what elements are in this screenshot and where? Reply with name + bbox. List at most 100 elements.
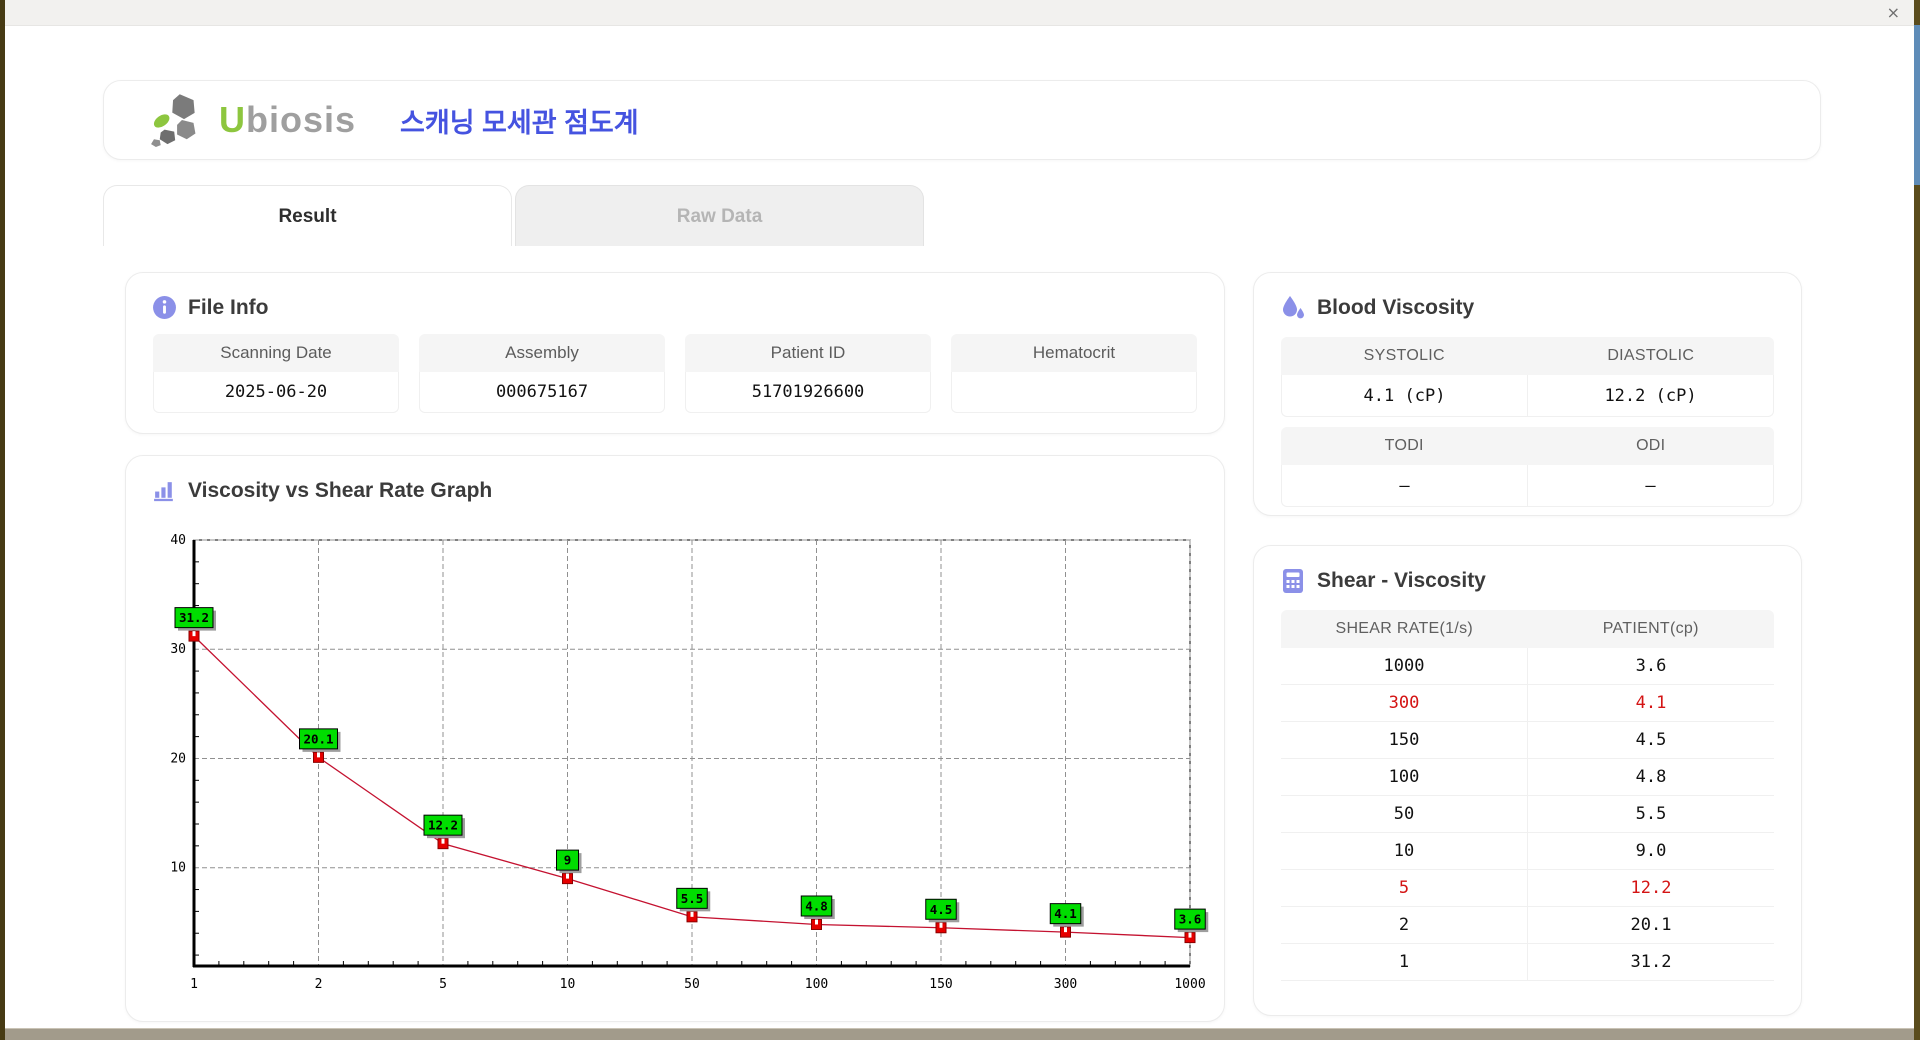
patient-cell: 31.2	[1527, 944, 1774, 980]
field-label: Patient ID	[685, 334, 931, 372]
shear-cell: 10	[1393, 841, 1415, 861]
sv-header-row: SHEAR RATE(1/s) PATIENT(cp)	[1281, 610, 1774, 648]
svg-text:30: 30	[170, 642, 186, 657]
todi-value: –	[1281, 465, 1527, 507]
svg-text:4.8: 4.8	[805, 898, 828, 913]
shear-cell: 150	[1388, 730, 1420, 750]
svg-text:150: 150	[929, 977, 952, 992]
svg-text:4.1: 4.1	[1054, 906, 1077, 921]
app-window: × Ubiosis 스캐닝 모세관 점도계 Result Raw Data Fi…	[0, 0, 1920, 1040]
shear-cell: 1	[1398, 952, 1410, 972]
field-label: Scanning Date	[153, 334, 399, 372]
svg-text:300: 300	[1054, 977, 1077, 992]
diastolic-value: 12.2 (cP)	[1527, 375, 1774, 417]
shear-cell: 50	[1393, 804, 1415, 824]
patient-cell: 9.0	[1527, 833, 1774, 869]
brand-logo: Ubiosis	[149, 93, 356, 147]
svg-text:31.2: 31.2	[179, 610, 209, 625]
svg-text:5: 5	[439, 977, 447, 992]
brand-name: Ubiosis	[219, 99, 357, 140]
field-value: 2025-06-20	[153, 372, 399, 413]
tab-result[interactable]: Result	[103, 185, 512, 246]
info-icon	[152, 295, 177, 320]
todi-header: TODI	[1384, 437, 1424, 454]
diastolic-header: DIASTOLIC	[1607, 347, 1695, 364]
graph-title: Viscosity vs Shear Rate Graph	[188, 478, 493, 502]
shear-cell: 5	[1398, 878, 1410, 898]
patient-cell: 4.8	[1527, 759, 1774, 795]
table-row: 5 12.2	[1281, 870, 1774, 907]
field-value	[951, 372, 1197, 413]
bv-value-row: – –	[1281, 465, 1774, 507]
table-row: 300 4.1	[1281, 685, 1774, 722]
field-label: Hematocrit	[951, 334, 1197, 372]
patient-cell: 4.5	[1527, 722, 1774, 758]
field-value: 000675167	[419, 372, 665, 413]
svg-text:10: 10	[170, 861, 186, 876]
shear-rate-column-header: SHEAR RATE(1/s)	[1335, 620, 1474, 637]
table-row: 1 31.2	[1281, 944, 1774, 981]
bv-value-row: 4.1 (cP) 12.2 (cP)	[1281, 375, 1774, 417]
svg-text:4.5: 4.5	[930, 902, 953, 917]
tab-raw-data[interactable]: Raw Data	[515, 185, 924, 246]
svg-text:40: 40	[170, 533, 186, 548]
app-subtitle: 스캐닝 모세관 점도계	[400, 107, 639, 138]
shear-viscosity-title: Shear - Viscosity	[1317, 569, 1486, 592]
svg-text:20.1: 20.1	[303, 731, 333, 746]
window-titlebar: ×	[5, 0, 1914, 26]
svg-text:3.6: 3.6	[1179, 912, 1202, 927]
bv-header-row: SYSTOLIC DIASTOLIC	[1281, 337, 1774, 375]
patient-cell: 5.5	[1527, 796, 1774, 832]
patient-cell: 4.1	[1527, 685, 1774, 721]
table-row: 100 4.8	[1281, 759, 1774, 796]
svg-text:9: 9	[564, 853, 572, 868]
calculator-icon	[1280, 568, 1306, 594]
svg-text:2: 2	[315, 977, 323, 992]
field-hematocrit: Hematocrit	[951, 334, 1197, 413]
viscosity-shear-chart: 10 20 30 40 1 2 5 10 50 100 150 300 1000 31.2 20.1 12.2…	[170, 533, 1209, 992]
svg-text:10: 10	[560, 977, 576, 992]
close-icon[interactable]: ×	[1887, 3, 1900, 22]
droplet-icon	[1280, 295, 1306, 321]
bar-chart-icon	[152, 478, 177, 503]
shear-viscosity-card: Shear - Viscosity SHEAR RATE(1/s) PATIEN…	[1253, 545, 1802, 1016]
table-row: 150 4.5	[1281, 722, 1774, 759]
table-row: 50 5.5	[1281, 796, 1774, 833]
field-assembly: Assembly 000675167	[419, 334, 665, 413]
field-label: Assembly	[419, 334, 665, 372]
table-row: 10 9.0	[1281, 833, 1774, 870]
shear-cell: 300	[1388, 693, 1420, 713]
svg-text:5.5: 5.5	[681, 891, 704, 906]
patient-cell: 20.1	[1527, 907, 1774, 943]
window-edge-left	[0, 0, 5, 1040]
blood-viscosity-title: Blood Viscosity	[1317, 296, 1475, 319]
patient-cell: 3.6	[1527, 648, 1774, 684]
patient-column-header: PATIENT(cp)	[1602, 620, 1699, 637]
svg-text:100: 100	[805, 977, 828, 992]
svg-text:1000: 1000	[1174, 977, 1205, 992]
bv-header-row: TODI ODI	[1281, 427, 1774, 465]
ubiosis-logo-icon	[149, 93, 211, 147]
field-value: 51701926600	[685, 372, 931, 413]
table-row: 1000 3.6	[1281, 648, 1774, 685]
file-info-title: File Info	[188, 295, 269, 319]
odi-header: ODI	[1636, 437, 1666, 454]
svg-text:50: 50	[684, 977, 700, 992]
svg-text:20: 20	[170, 751, 186, 766]
table-row: 2 20.1	[1281, 907, 1774, 944]
window-edge-bottom	[5, 1028, 1914, 1040]
graph-card: Viscosity vs Shear Rate Graph 10 20 30 40 1 2…	[125, 455, 1225, 1022]
header-card: Ubiosis 스캐닝 모세관 점도계	[103, 80, 1821, 160]
blood-viscosity-card: Blood Viscosity SYSTOLIC DIASTOLIC 4.1 (…	[1253, 272, 1802, 516]
systolic-value: 4.1 (cP)	[1281, 375, 1527, 417]
field-scanning-date: Scanning Date 2025-06-20	[153, 334, 399, 413]
shear-cell: 2	[1398, 915, 1410, 935]
svg-text:12.2: 12.2	[428, 818, 458, 833]
field-patient-id: Patient ID 51701926600	[685, 334, 931, 413]
file-info-card: File Info Scanning Date 2025-06-20 Assem…	[125, 272, 1225, 434]
svg-text:1: 1	[190, 977, 198, 992]
scrollbar-thumb[interactable]	[1914, 25, 1920, 185]
odi-value: –	[1527, 465, 1774, 507]
systolic-header: SYSTOLIC	[1363, 347, 1445, 364]
shear-cell: 1000	[1383, 656, 1425, 676]
